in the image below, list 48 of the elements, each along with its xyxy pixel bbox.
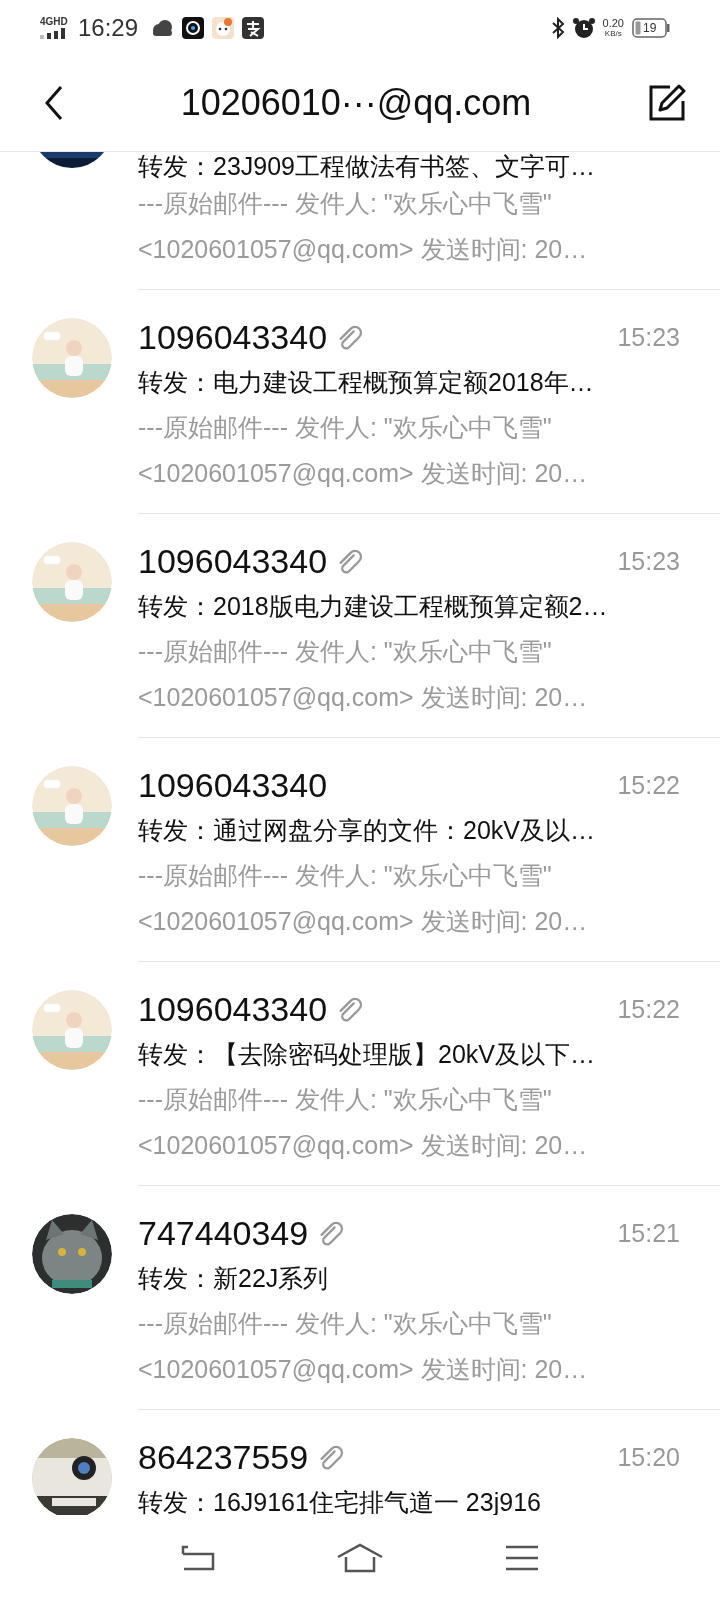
app-icon	[242, 16, 265, 39]
back-icon	[44, 85, 64, 121]
message-preview: <1020601057@qq.com> 发送时间: 20…	[138, 682, 589, 713]
message-preview: <1020601057@qq.com> 发送时间: 20…	[138, 1354, 589, 1385]
message-preview: ---原始邮件--- 发件人: "欢乐心中飞雪"	[138, 636, 553, 667]
battery-icon	[632, 17, 670, 38]
sender-name: 1096043340	[138, 989, 328, 1029]
sender-name: 1096043340	[138, 317, 328, 357]
message-subject: 转发：2018版电力建设工程概预算定额2…	[138, 591, 609, 622]
message-preview: <1020601057@qq.com> 发送时间: 20…	[138, 458, 589, 489]
speed-unit: KB/s	[604, 28, 622, 38]
network-type: 4GHD	[40, 16, 68, 27]
message-time: 15:22	[617, 994, 680, 1024]
cloud-icon	[150, 18, 175, 37]
message-subject: 转发：新22J系列	[138, 1263, 330, 1294]
window-title: 10206010···@qq.com	[180, 82, 532, 124]
message-subject: 转发：电力建设工程概预算定额2018年…	[138, 367, 595, 398]
message-subject: 转发：通过网盘分享的文件：20kV及以…	[138, 815, 596, 846]
sender-name: 747440349	[138, 1213, 309, 1253]
message-preview: ---原始邮件--- 发件人: "欢乐心中飞雪"	[138, 188, 553, 219]
message-preview: <1020601057@qq.com> 发送时间: 20…	[138, 1130, 589, 1161]
clock-time: 16:29	[78, 13, 139, 42]
message-time: 15:23	[617, 546, 680, 576]
message-time: 15:22	[617, 770, 680, 800]
message-time: 15:21	[617, 1218, 680, 1248]
message-preview: ---原始邮件--- 发件人: "欢乐心中飞雪"	[138, 1084, 553, 1115]
message-time: 15:23	[617, 322, 680, 352]
menu-icon	[504, 1543, 540, 1572]
home-icon	[336, 1542, 384, 1573]
message-time: 15:20	[617, 1442, 680, 1472]
message-preview: <1020601057@qq.com> 发送时间: 20…	[138, 234, 589, 265]
bluetooth-icon	[550, 16, 565, 39]
battery-level: 19	[643, 19, 657, 36]
sender-name: 1096043340	[138, 765, 328, 805]
alarm-icon	[572, 16, 595, 39]
message-subject: 转发：【去除密码处理版】20kV及以下…	[138, 1039, 596, 1070]
message-subject: 转发：23J909工程做法有书签、文字可…	[138, 152, 597, 180]
app-icon	[182, 16, 205, 39]
message-preview: <1020601057@qq.com> 发送时间: 20…	[138, 906, 589, 937]
app-icon	[212, 16, 235, 39]
back-icon	[180, 1543, 216, 1572]
sender-name: 864237559	[138, 1437, 309, 1477]
message-preview: ---原始邮件--- 发件人: "欢乐心中飞雪"	[138, 1308, 553, 1339]
message-preview: ---原始邮件--- 发件人: "欢乐心中飞雪"	[138, 860, 553, 891]
speed-value: 0.20	[602, 17, 624, 29]
sender-name: 1096043340	[138, 541, 328, 581]
compose-icon	[648, 84, 686, 122]
message-preview: ---原始邮件--- 发件人: "欢乐心中飞雪"	[138, 412, 553, 443]
